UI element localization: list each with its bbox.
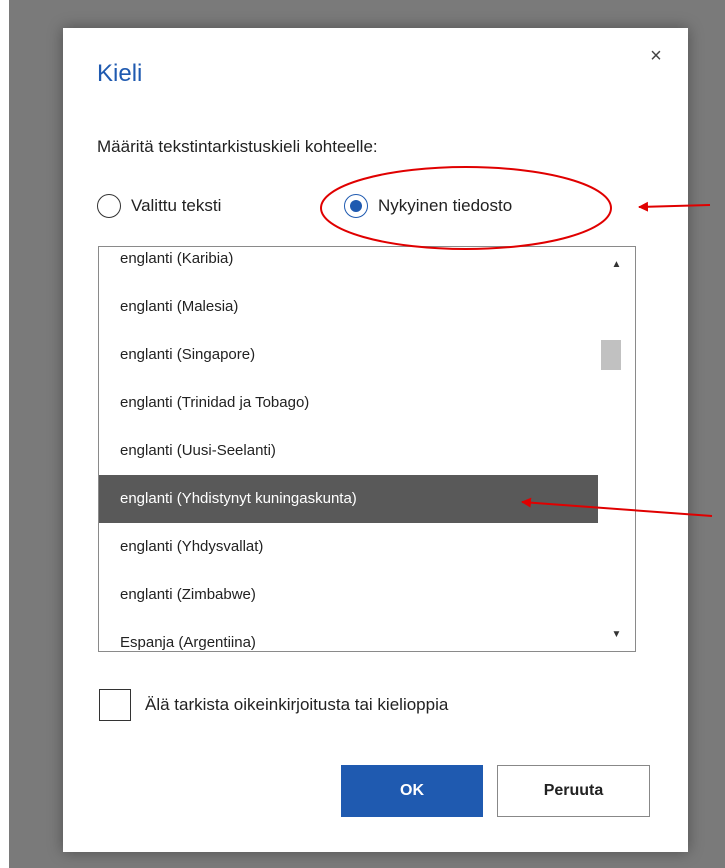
close-icon[interactable]: × — [642, 42, 670, 70]
scroll-down-arrow-icon[interactable]: ▼ — [598, 621, 635, 647]
language-option[interactable]: englanti (Singapore) — [99, 331, 599, 379]
language-option[interactable]: englanti (Karibia) — [99, 247, 599, 283]
radio-label: Valittu teksti — [131, 196, 222, 215]
language-option[interactable]: Espanja (Argentiina) — [99, 619, 599, 651]
language-dialog: Kieli × Määritä tekstintarkistuskieli ko… — [63, 28, 688, 852]
radio-button-unchecked[interactable] — [97, 194, 121, 218]
ok-button[interactable]: OK — [341, 765, 483, 817]
radio-current-file[interactable]: Nykyinen tiedosto — [344, 194, 512, 218]
language-option[interactable]: englanti (Malesia) — [99, 283, 599, 331]
scroll-up-arrow-icon[interactable]: ▲ — [598, 251, 635, 277]
radio-dot — [350, 200, 362, 212]
dialog-title: Kieli — [97, 60, 143, 87]
radio-label: Nykyinen tiedosto — [378, 196, 513, 215]
scroll-thumb[interactable] — [601, 340, 621, 370]
language-option[interactable]: englanti (Uusi-Seelanti) — [99, 427, 599, 475]
language-list: englanti (Karibia) englanti (Malesia) engl… — [99, 247, 599, 651]
language-option[interactable]: englanti (Yhdysvallat) — [99, 523, 599, 571]
radio-selected-text[interactable]: Valittu teksti — [97, 194, 221, 218]
radio-button-checked[interactable] — [344, 194, 368, 218]
language-option[interactable]: englanti (Zimbabwe) — [99, 571, 599, 619]
language-option[interactable]: englanti (Yhdistynyt kuningaskunta) — [99, 475, 599, 523]
language-option[interactable]: englanti (Trinidad ja Tobago) — [99, 379, 599, 427]
language-listbox[interactable]: englanti (Karibia) englanti (Malesia) engl… — [98, 246, 636, 652]
skip-proofing-checkbox[interactable] — [99, 689, 131, 721]
proofing-language-label: Määritä tekstintarkistuskieli kohteelle: — [97, 137, 378, 156]
checkbox-label: Älä tarkista oikeinkirjoitusta tai kieli… — [145, 695, 449, 714]
listbox-scrollbar[interactable]: ▲ ▼ — [598, 247, 635, 651]
skip-proofing-option[interactable]: Älä tarkista oikeinkirjoitusta tai kieli… — [99, 689, 448, 721]
cancel-button[interactable]: Peruuta — [497, 765, 650, 817]
background-strip — [0, 0, 9, 868]
